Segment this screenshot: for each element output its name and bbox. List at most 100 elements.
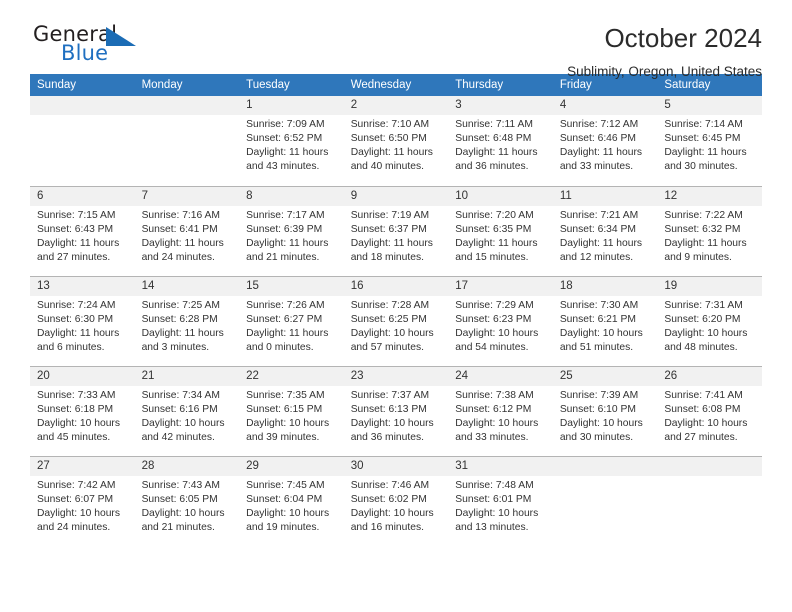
calendar-day-cell[interactable]: 1 Sunrise: 7:09 AM Sunset: 6:52 PM Daylight… <box>239 96 344 186</box>
sunrise-text: Sunrise: 7:20 AM <box>455 209 534 221</box>
daylight-text-line2: and 19 minutes. <box>246 521 320 533</box>
sunset-text: Sunset: 6:45 PM <box>664 133 741 145</box>
sunset-text: Sunset: 6:20 PM <box>664 313 741 325</box>
daylight-text-line1: Daylight: 10 hours <box>141 507 225 519</box>
sunrise-text: Sunrise: 7:10 AM <box>350 119 430 130</box>
calendar-day-cell[interactable]: 8 Sunrise: 7:17 AM Sunset: 6:39 PM Daylight… <box>239 185 344 276</box>
calendar-day-cell[interactable]: 2 Sunrise: 7:10 AM Sunset: 6:50 PM Daylight… <box>343 96 449 186</box>
day-cell-content <box>657 456 762 547</box>
daylight-text-line2: and 43 minutes. <box>246 161 320 173</box>
day-sun-info: Sunrise: 7:14 AM Sunset: 6:45 PM Daylight:… <box>657 115 762 174</box>
day-cell-content: 19 Sunrise: 7:31 AM Sunset: 6:20 PM Dayligh… <box>657 276 762 366</box>
daylight-text-line2: and 33 minutes. <box>455 431 529 443</box>
daylight-text-line2: and 27 minutes. <box>664 431 738 443</box>
calendar-day-cell[interactable]: 17 Sunrise: 7:29 AM Sunset: 6:23 PM Dayligh… <box>448 275 553 366</box>
daylight-text-line1: Daylight: 11 hours <box>37 237 120 249</box>
calendar-day-cell[interactable]: 23 Sunrise: 7:37 AM Sunset: 6:13 PM Dayligh… <box>343 365 449 456</box>
calendar-day-cell <box>552 455 658 546</box>
sunrise-text: Sunrise: 7:22 AM <box>664 209 743 221</box>
day-number: 23 <box>343 366 449 386</box>
daylight-text-line2: and 0 minutes. <box>246 341 314 353</box>
calendar-day-cell[interactable]: 11 Sunrise: 7:21 AM Sunset: 6:34 PM Dayligh… <box>552 185 658 276</box>
calendar-day-cell[interactable]: 21 Sunrise: 7:34 AM Sunset: 6:16 PM Dayligh… <box>134 365 240 456</box>
sunrise-text: Sunrise: 7:16 AM <box>141 209 220 221</box>
calendar-day-cell[interactable]: 5 Sunrise: 7:14 AM Sunset: 6:45 PM Daylight… <box>657 96 762 186</box>
sunset-text: Sunset: 6:16 PM <box>141 403 218 415</box>
day-cell-content: 21 Sunrise: 7:34 AM Sunset: 6:16 PM Dayligh… <box>134 366 240 456</box>
day-number: 11 <box>552 186 658 206</box>
day-cell-content: 7 Sunrise: 7:16 AM Sunset: 6:41 PM Daylight… <box>134 186 240 276</box>
calendar-week-row: 1 Sunrise: 7:09 AM Sunset: 6:52 PM Daylight… <box>30 96 762 186</box>
sunrise-text: Sunrise: 7:21 AM <box>559 209 639 221</box>
day-number: 9 <box>343 186 449 206</box>
calendar-day-cell[interactable]: 29 Sunrise: 7:45 AM Sunset: 6:04 PM Dayligh… <box>239 455 344 547</box>
sunrise-text: Sunrise: 7:35 AM <box>246 389 325 401</box>
daylight-text-line1: Daylight: 11 hours <box>455 237 538 249</box>
calendar-day-cell[interactable]: 20 Sunrise: 7:33 AM Sunset: 6:18 PM Dayligh… <box>30 365 135 456</box>
daylight-text-line2: and 16 minutes. <box>350 521 424 533</box>
calendar-day-cell[interactable]: 18 Sunrise: 7:30 AM Sunset: 6:21 PM Dayligh… <box>552 275 658 366</box>
calendar-day-cell[interactable]: 15 Sunrise: 7:26 AM Sunset: 6:27 PM Dayligh… <box>239 275 344 366</box>
sunset-text: Sunset: 6:32 PM <box>664 223 741 235</box>
calendar-day-cell[interactable]: 9 Sunrise: 7:19 AM Sunset: 6:37 PM Daylight… <box>343 185 449 276</box>
daylight-text-line1: Daylight: 10 hours <box>350 327 434 339</box>
calendar-day-cell[interactable]: 7 Sunrise: 7:16 AM Sunset: 6:41 PM Daylight… <box>134 185 240 276</box>
general-blue-logo[interactable]: General Blue <box>30 22 150 74</box>
calendar-day-cell[interactable]: 16 Sunrise: 7:28 AM Sunset: 6:25 PM Dayligh… <box>343 275 449 366</box>
calendar-day-cell <box>134 96 240 186</box>
calendar-day-cell[interactable]: 6 Sunrise: 7:15 AM Sunset: 6:43 PM Daylight… <box>30 185 135 276</box>
calendar-day-cell[interactable]: 30 Sunrise: 7:46 AM Sunset: 6:02 PM Dayligh… <box>343 455 449 546</box>
calendar-day-cell[interactable]: 31 Sunrise: 7:48 AM Sunset: 6:01 PM Dayligh… <box>448 455 553 546</box>
day-sun-info: Sunrise: 7:38 AM Sunset: 6:12 PM Daylight:… <box>448 386 553 445</box>
daylight-text-line1: Daylight: 11 hours <box>350 237 433 249</box>
sunset-text: Sunset: 6:25 PM <box>350 313 427 325</box>
calendar-day-cell[interactable]: 26 Sunrise: 7:41 AM Sunset: 6:08 PM Dayligh… <box>657 365 762 456</box>
daylight-text-line2: and 54 minutes. <box>455 341 529 353</box>
sunset-text: Sunset: 6:02 PM <box>350 493 427 505</box>
calendar-day-cell[interactable]: 14 Sunrise: 7:25 AM Sunset: 6:28 PM Dayligh… <box>134 275 240 366</box>
calendar-week-row: 27 Sunrise: 7:42 AM Sunset: 6:07 PM Dayligh… <box>30 455 762 547</box>
day-number <box>657 456 762 476</box>
day-cell-content: 9 Sunrise: 7:19 AM Sunset: 6:37 PM Daylight… <box>343 186 449 276</box>
daylight-text-line1: Daylight: 10 hours <box>246 507 330 519</box>
sunset-text: Sunset: 6:01 PM <box>455 493 532 505</box>
day-number: 6 <box>30 186 135 206</box>
sunset-text: Sunset: 6:43 PM <box>37 223 114 235</box>
day-cell-content: 15 Sunrise: 7:26 AM Sunset: 6:27 PM Dayligh… <box>239 276 344 366</box>
calendar-day-cell[interactable]: 24 Sunrise: 7:38 AM Sunset: 6:12 PM Dayligh… <box>448 365 553 456</box>
calendar-day-cell[interactable]: 3 Sunrise: 7:11 AM Sunset: 6:48 PM Daylight… <box>448 96 553 186</box>
calendar-day-cell[interactable]: 4 Sunrise: 7:12 AM Sunset: 6:46 PM Daylight… <box>552 96 658 186</box>
calendar-day-cell[interactable]: 25 Sunrise: 7:39 AM Sunset: 6:10 PM Dayligh… <box>552 365 658 456</box>
calendar-day-cell[interactable]: 22 Sunrise: 7:35 AM Sunset: 6:15 PM Dayligh… <box>239 365 344 456</box>
day-cell-content: 3 Sunrise: 7:11 AM Sunset: 6:48 PM Daylight… <box>448 96 553 186</box>
day-cell-content: 5 Sunrise: 7:14 AM Sunset: 6:45 PM Daylight… <box>657 96 762 186</box>
day-number: 12 <box>657 186 762 206</box>
daylight-text-line2: and 15 minutes. <box>455 251 529 263</box>
day-number: 31 <box>448 456 553 476</box>
day-cell-content: 6 Sunrise: 7:15 AM Sunset: 6:43 PM Daylight… <box>30 186 135 276</box>
day-number: 21 <box>134 366 240 386</box>
calendar-day-cell <box>657 455 762 547</box>
day-sun-info: Sunrise: 7:45 AM Sunset: 6:04 PM Daylight:… <box>239 476 344 535</box>
sunrise-text: Sunrise: 7:24 AM <box>37 299 116 311</box>
daylight-text-line1: Daylight: 11 hours <box>664 147 747 159</box>
day-number: 5 <box>657 96 762 115</box>
calendar-day-cell[interactable]: 12 Sunrise: 7:22 AM Sunset: 6:32 PM Dayligh… <box>657 185 762 276</box>
day-cell-content: 11 Sunrise: 7:21 AM Sunset: 6:34 PM Dayligh… <box>552 186 658 276</box>
day-cell-content: 14 Sunrise: 7:25 AM Sunset: 6:28 PM Dayligh… <box>134 276 240 366</box>
day-number: 14 <box>134 276 240 296</box>
daylight-text-line1: Daylight: 10 hours <box>664 327 748 339</box>
calendar-day-cell[interactable]: 13 Sunrise: 7:24 AM Sunset: 6:30 PM Dayligh… <box>30 275 135 366</box>
daylight-text-line2: and 21 minutes. <box>246 251 320 263</box>
sunrise-text: Sunrise: 7:39 AM <box>559 389 639 401</box>
day-cell-content: 27 Sunrise: 7:42 AM Sunset: 6:07 PM Dayligh… <box>30 456 135 547</box>
sunset-text: Sunset: 6:35 PM <box>455 223 532 235</box>
calendar-day-cell[interactable]: 28 Sunrise: 7:43 AM Sunset: 6:05 PM Dayligh… <box>134 455 240 546</box>
day-cell-content: 29 Sunrise: 7:45 AM Sunset: 6:04 PM Dayligh… <box>239 456 344 547</box>
calendar-day-cell[interactable]: 19 Sunrise: 7:31 AM Sunset: 6:20 PM Dayligh… <box>657 275 762 366</box>
daylight-text-line1: Daylight: 10 hours <box>559 327 643 339</box>
calendar-day-cell[interactable]: 10 Sunrise: 7:20 AM Sunset: 6:35 PM Dayligh… <box>448 185 553 276</box>
calendar-day-cell[interactable]: 27 Sunrise: 7:42 AM Sunset: 6:07 PM Dayligh… <box>30 455 135 547</box>
sunrise-text: Sunrise: 7:38 AM <box>455 389 534 401</box>
day-cell-content: 16 Sunrise: 7:28 AM Sunset: 6:25 PM Dayligh… <box>343 276 449 366</box>
